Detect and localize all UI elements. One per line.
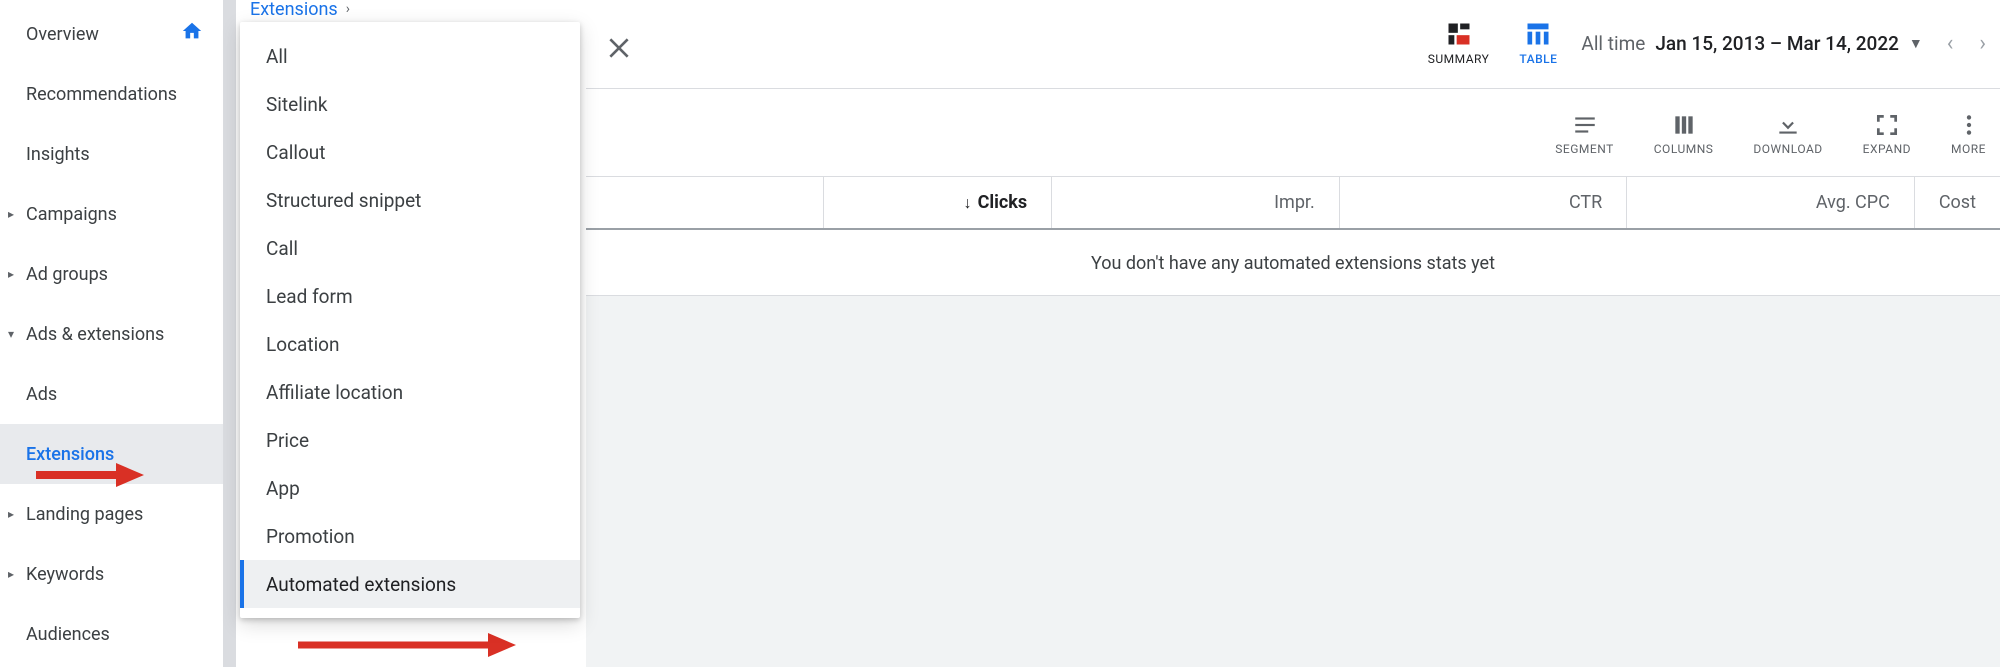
more-vert-icon (1956, 112, 1982, 138)
sort-desc-icon: ↓ (964, 193, 972, 213)
expand-button[interactable]: EXPAND (1863, 112, 1911, 156)
sidebar-item-keywords[interactable]: ▸ Keywords (0, 544, 223, 604)
tool-label: DOWNLOAD (1753, 142, 1822, 156)
dropdown-option-sitelink[interactable]: Sitelink (240, 80, 580, 128)
table-column-avg-cpc[interactable]: Avg. CPC (1627, 177, 1915, 228)
top-controls: SUMMARY TABLE All time Jan 15, 2013 – Ma… (1428, 8, 1986, 78)
sidebar-item-landing-pages[interactable]: ▸ Landing pages (0, 484, 223, 544)
main-content: Extensions › All Sitelink Callout Struct… (236, 0, 2000, 667)
table-column-clicks[interactable]: ↓ Clicks (824, 177, 1052, 228)
chevron-right-icon: ▸ (8, 207, 14, 221)
dropdown-option-location[interactable]: Location (240, 320, 580, 368)
tool-label: EXPAND (1863, 142, 1911, 156)
th-label: Clicks (978, 192, 1028, 213)
sidebar-divider (224, 0, 236, 667)
dropdown-option-affiliate-location[interactable]: Affiliate location (240, 368, 580, 416)
dropdown-option-app[interactable]: App (240, 464, 580, 512)
view-table-button[interactable]: TABLE (1519, 20, 1557, 66)
sidebar-sub-ads[interactable]: Ads (0, 364, 223, 424)
prev-period-button[interactable]: ‹ (1947, 31, 1954, 56)
th-label: Cost (1939, 192, 1976, 213)
table-header-row: ↓ Clicks Impr. CTR Avg. CPC Cost (586, 176, 2000, 230)
sidebar-label: Campaigns (26, 204, 117, 225)
chevron-right-icon: ▸ (8, 567, 14, 581)
empty-area (586, 296, 2000, 667)
breadcrumb-link[interactable]: Extensions (250, 0, 338, 20)
sidebar: Overview Recommendations Insights ▸ Camp… (0, 0, 224, 667)
next-period-button[interactable]: › (1979, 31, 1986, 56)
annotation-arrow-icon (298, 630, 518, 660)
view-summary-button[interactable]: SUMMARY (1428, 20, 1490, 66)
table-empty-message: You don't have any automated extensions … (586, 232, 2000, 296)
dropdown-option-all[interactable]: All (240, 32, 580, 80)
chevron-down-icon: ▾ (8, 327, 14, 341)
date-range-picker[interactable]: All time Jan 15, 2013 – Mar 14, 2022 ▼ (1581, 32, 1922, 55)
breadcrumb[interactable]: Extensions › (250, 0, 350, 18)
extensions-type-dropdown: All Sitelink Callout Structured snippet … (240, 22, 580, 618)
columns-button[interactable]: COLUMNS (1654, 112, 1714, 156)
sidebar-item-campaigns[interactable]: ▸ Campaigns (0, 184, 223, 244)
columns-icon (1671, 112, 1697, 138)
tool-label: COLUMNS (1654, 142, 1714, 156)
date-nav: ‹ › (1947, 31, 1986, 56)
sidebar-label: Insights (26, 144, 90, 165)
sidebar-item-overview[interactable]: Overview (0, 4, 223, 64)
th-label: Impr. (1274, 192, 1315, 213)
table-column-cost[interactable]: Cost (1915, 177, 2000, 228)
segment-icon (1572, 112, 1598, 138)
sidebar-label: Recommendations (26, 84, 177, 105)
summary-icon (1445, 20, 1473, 48)
tool-label: SEGMENT (1555, 142, 1613, 156)
dropdown-option-promotion[interactable]: Promotion (240, 512, 580, 560)
more-button[interactable]: MORE (1951, 112, 1986, 156)
view-table-label: TABLE (1519, 52, 1557, 66)
caret-down-icon: ▼ (1909, 35, 1923, 52)
divider (586, 88, 2000, 89)
dropdown-option-structured-snippet[interactable]: Structured snippet (240, 176, 580, 224)
th-label: Avg. CPC (1816, 192, 1890, 213)
expand-icon (1874, 112, 1900, 138)
dropdown-option-automated-extensions[interactable]: Automated extensions (240, 560, 580, 608)
sidebar-item-recommendations[interactable]: Recommendations (0, 64, 223, 124)
download-icon (1775, 112, 1801, 138)
sidebar-item-ad-groups[interactable]: ▸ Ad groups (0, 244, 223, 304)
table-column-impr[interactable]: Impr. (1052, 177, 1340, 228)
chevron-right-icon: ▸ (8, 507, 14, 521)
dropdown-option-lead-form[interactable]: Lead form (240, 272, 580, 320)
sidebar-label: Audiences (26, 624, 110, 645)
sidebar-label: Keywords (26, 564, 104, 585)
sidebar-item-insights[interactable]: Insights (0, 124, 223, 184)
th-label: CTR (1569, 192, 1602, 213)
table-column-blank (586, 177, 824, 228)
table-toolbar: SEGMENT COLUMNS DOWNLOAD EXPAND MORE (1555, 104, 1986, 164)
dropdown-option-price[interactable]: Price (240, 416, 580, 464)
date-range-label: All time (1581, 32, 1645, 55)
sidebar-item-ads-extensions[interactable]: ▾ Ads & extensions (0, 304, 223, 364)
download-button[interactable]: DOWNLOAD (1753, 112, 1822, 156)
sidebar-item-audiences[interactable]: Audiences (0, 604, 223, 664)
chevron-right-icon: › (346, 1, 350, 17)
chevron-right-icon: ▸ (8, 267, 14, 281)
table-column-ctr[interactable]: CTR (1340, 177, 1628, 228)
sidebar-label: Ads & extensions (26, 324, 164, 345)
view-summary-label: SUMMARY (1428, 52, 1490, 66)
sidebar-label: Overview (26, 24, 99, 45)
sidebar-sub-label: Ads (26, 384, 57, 405)
sidebar-label: Landing pages (26, 504, 143, 525)
table-icon (1524, 20, 1552, 48)
view-toggle: SUMMARY TABLE (1428, 20, 1558, 66)
sidebar-label: Ad groups (26, 264, 108, 285)
close-icon[interactable] (606, 34, 632, 69)
sidebar-sub-label: Extensions (26, 444, 114, 465)
sidebar-sub-extensions[interactable]: Extensions (0, 424, 223, 484)
home-icon (181, 20, 203, 48)
dropdown-option-callout[interactable]: Callout (240, 128, 580, 176)
tool-label: MORE (1951, 142, 1986, 156)
dropdown-option-call[interactable]: Call (240, 224, 580, 272)
date-range-value: Jan 15, 2013 – Mar 14, 2022 (1655, 32, 1899, 55)
segment-button[interactable]: SEGMENT (1555, 112, 1613, 156)
